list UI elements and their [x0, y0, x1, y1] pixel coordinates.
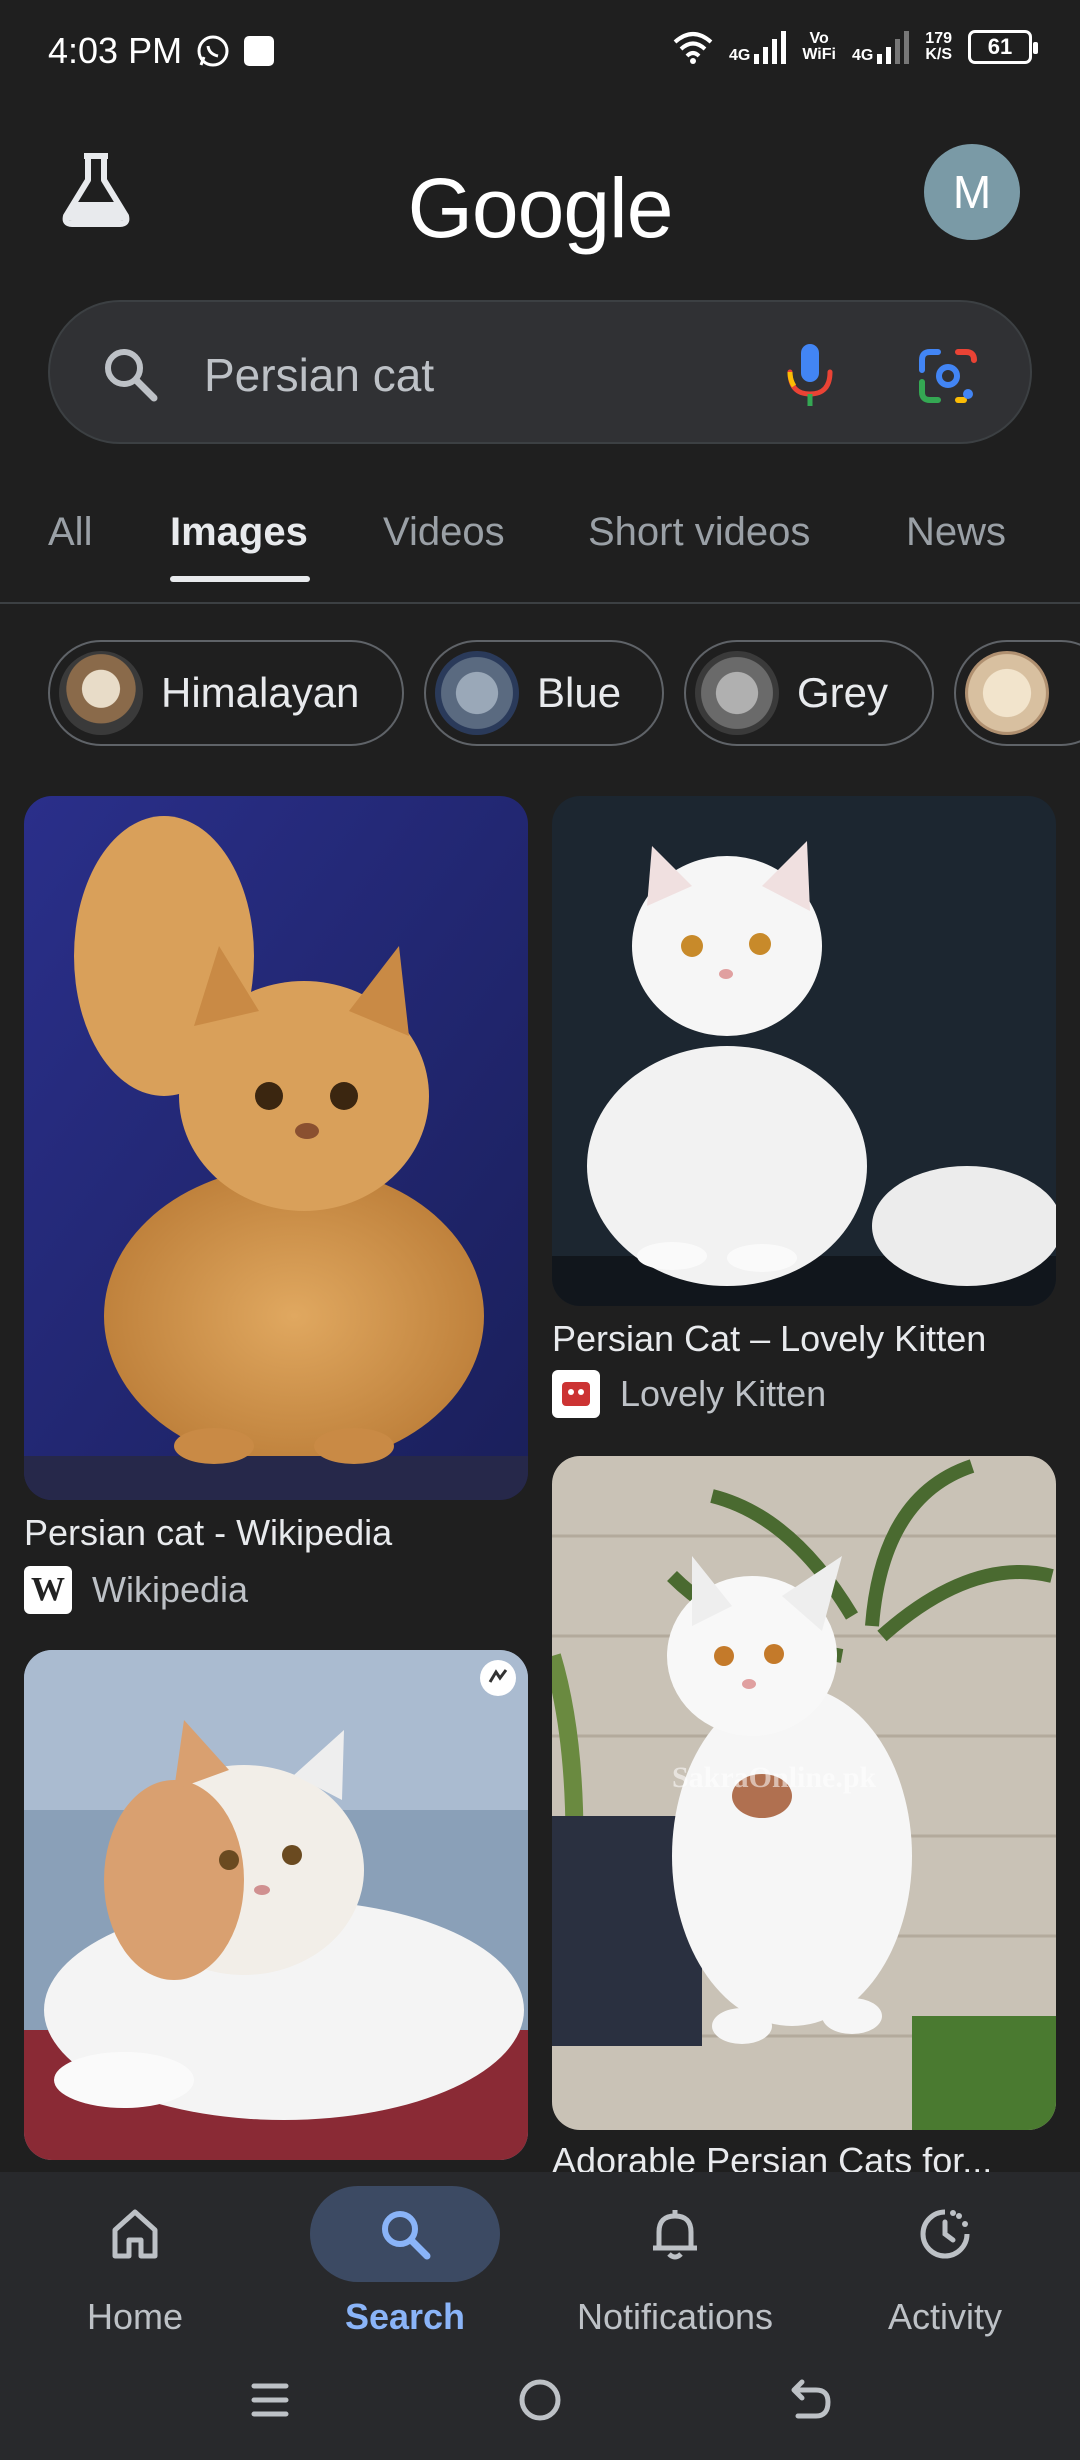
status-time: 4:03 PM — [48, 30, 183, 71]
chip-thumbnail — [59, 651, 143, 735]
tab-images[interactable]: Images — [170, 510, 308, 555]
signal-weak-icon — [877, 31, 910, 64]
network-type-1: 4G — [728, 47, 751, 64]
wikipedia-favicon-icon: W — [24, 1566, 72, 1614]
network-speed: 179 K/S — [925, 30, 952, 63]
tab-all[interactable]: All — [48, 510, 92, 555]
wifi-icon — [673, 32, 713, 64]
status-bar: 4:03 PM 4G Vo WiFi 4G 179 K/S 61 — [0, 0, 1080, 110]
chip-more[interactable] — [954, 640, 1080, 746]
tab-short-videos[interactable]: Short videos — [588, 510, 810, 555]
tab-videos[interactable]: Videos — [383, 510, 505, 555]
account-avatar[interactable]: M — [924, 144, 1020, 240]
result-title[interactable]: Persian cat - Wikipedia — [24, 1512, 392, 1554]
google-lens-icon[interactable] — [916, 344, 980, 408]
result-source[interactable]: Lovely Kitten — [552, 1370, 826, 1418]
nav-search[interactable]: Search — [270, 2172, 540, 2372]
search-input[interactable]: Persian cat — [204, 348, 434, 402]
chip-thumbnail — [965, 651, 1049, 735]
result-image-adorable-persian[interactable]: SakraOnline.pk — [552, 1456, 1056, 2130]
bell-icon — [653, 2210, 697, 2260]
search-icon — [382, 2211, 431, 2260]
cat-photo — [24, 1650, 528, 2160]
result-title[interactable]: Persian Cat – Lovely Kitten — [552, 1318, 986, 1360]
result-image-lovely-kitten[interactable] — [552, 796, 1056, 1306]
google-logo: Google — [407, 161, 674, 255]
search-box[interactable]: Persian cat — [48, 300, 1032, 444]
recents-menu-icon[interactable] — [240, 2370, 300, 2430]
image-watermark: SakraOnline.pk — [672, 1761, 877, 1794]
battery-indicator: 61 — [968, 30, 1038, 64]
nav-notifications[interactable]: Notifications — [540, 2172, 810, 2372]
result-source[interactable]: W Wikipedia — [24, 1566, 248, 1614]
chip-thumbnail — [695, 651, 779, 735]
chip-grey[interactable]: Grey — [684, 640, 934, 746]
search-icon — [105, 349, 158, 402]
vowifi-indicator: Vo WiFi — [802, 30, 836, 63]
active-tab-indicator — [170, 576, 310, 582]
chip-thumbnail — [435, 651, 519, 735]
cat-photo — [24, 796, 528, 1500]
tab-news[interactable]: News — [906, 510, 1006, 555]
status-system-icons: 4G Vo WiFi 4G 179 K/S 61 — [673, 30, 1038, 64]
result-image-wikipedia[interactable] — [24, 796, 528, 1500]
back-icon[interactable] — [780, 2370, 840, 2430]
nav-home[interactable]: Home — [0, 2172, 270, 2372]
nav-activity[interactable]: Activity — [810, 2172, 1080, 2372]
result-image-persian-lying[interactable] — [24, 1650, 528, 2160]
whatsapp-icon — [197, 35, 229, 67]
home-circle-icon[interactable] — [510, 2370, 570, 2430]
status-notification-icons — [196, 34, 274, 68]
signal-icon — [754, 31, 787, 64]
chip-himalayan[interactable]: Himalayan — [48, 640, 404, 746]
network-type-2: 4G — [851, 47, 874, 64]
cat-photo — [552, 796, 1056, 1306]
home-icon — [112, 2209, 158, 2259]
microphone-icon[interactable] — [780, 340, 840, 410]
activity-icon — [920, 2209, 970, 2259]
chip-blue[interactable]: Blue — [424, 640, 664, 746]
lovely-kitten-favicon-icon — [552, 1370, 600, 1418]
app-notification-icon — [244, 36, 274, 66]
motion-badge-icon — [480, 1660, 516, 1696]
search-tabs: All Images Videos Short videos News — [0, 490, 1080, 604]
